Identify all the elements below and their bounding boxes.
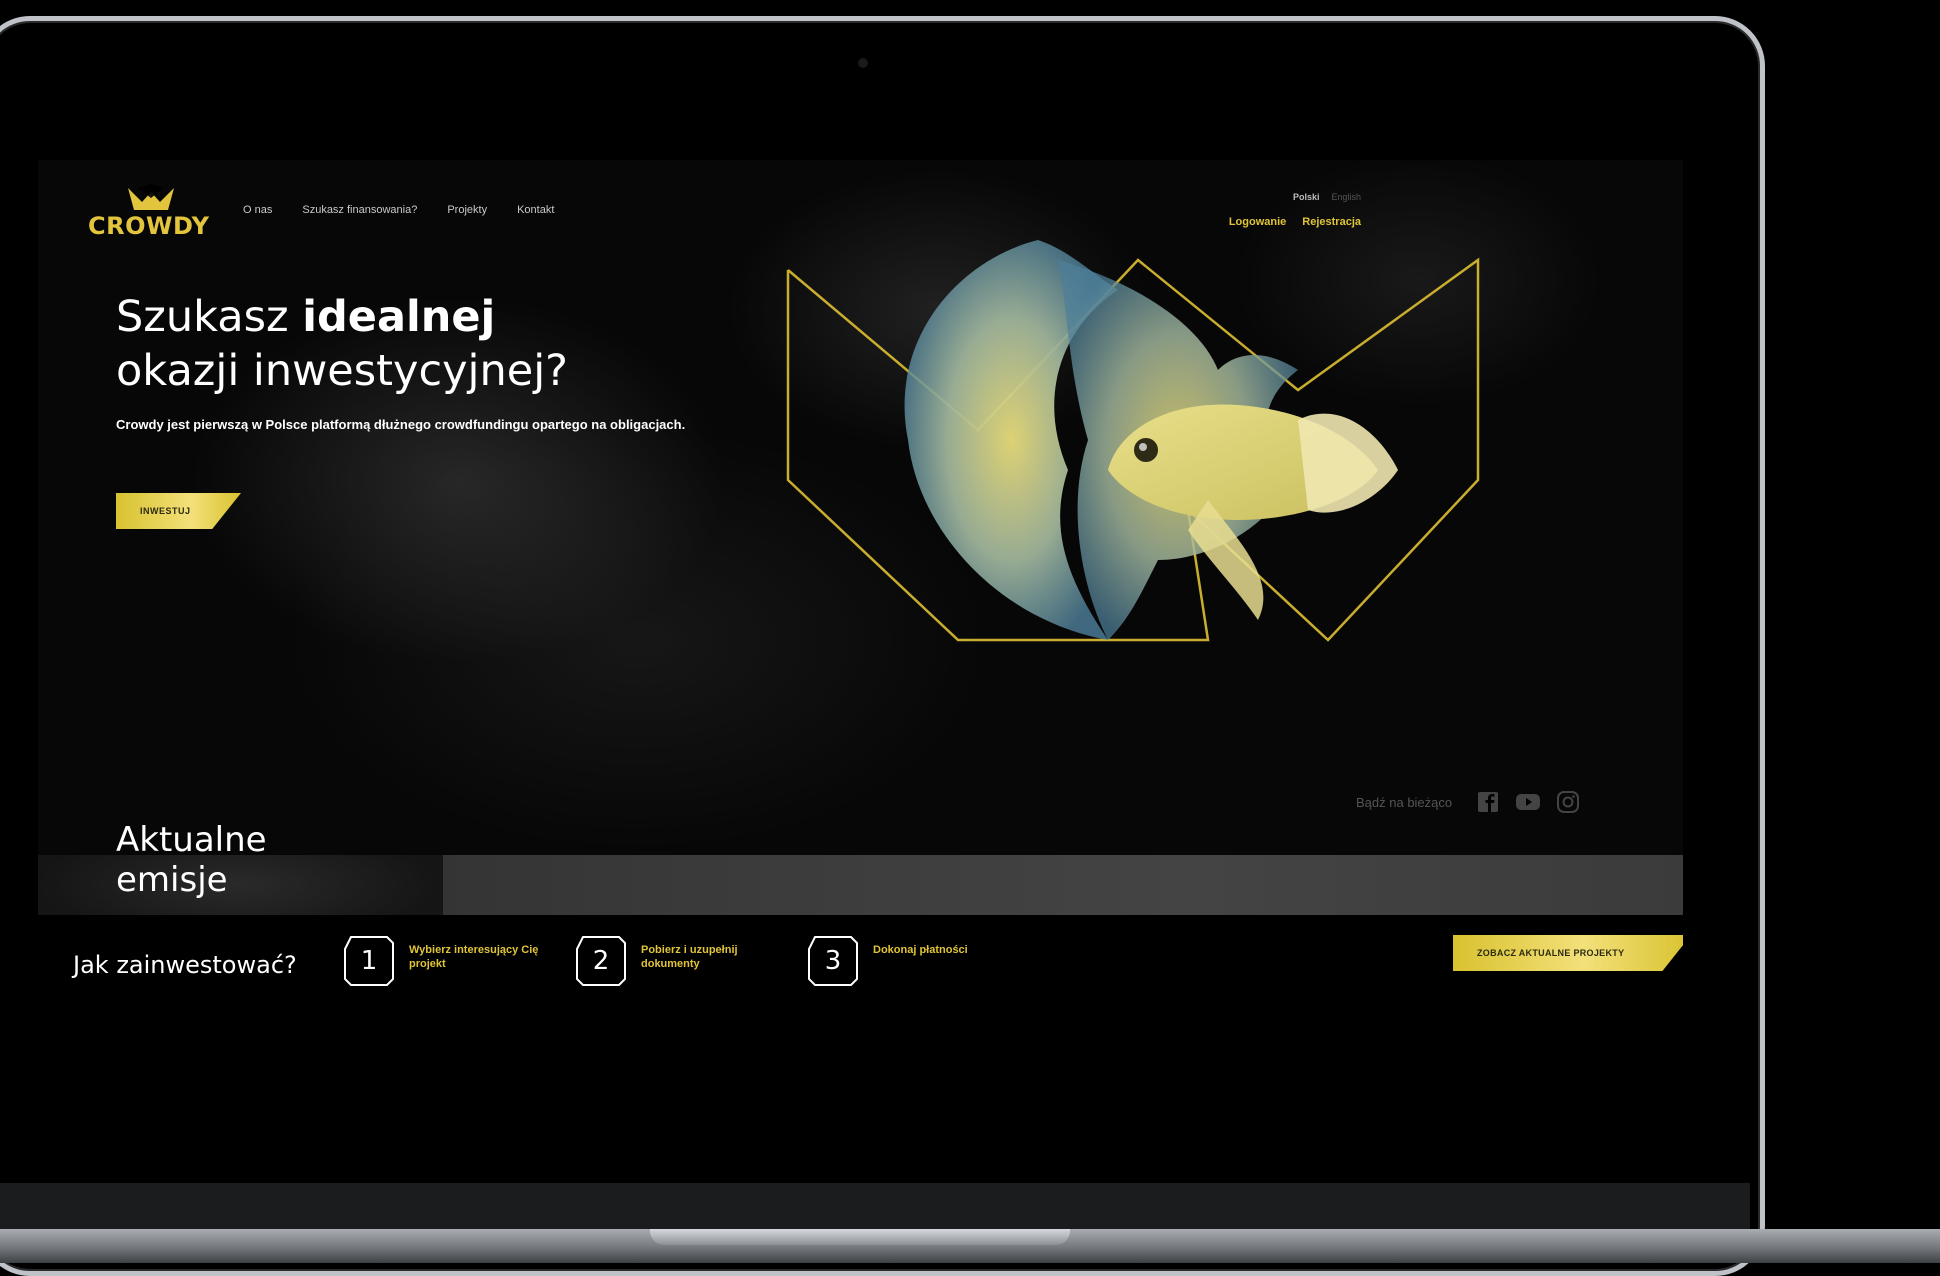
step-number-badge: 2	[575, 935, 627, 987]
hero-title: Szukasz idealnej okazji inwestycyjnej?	[116, 290, 568, 398]
youtube-icon[interactable]	[1516, 790, 1541, 814]
social-links: Bądź na bieżąco	[1356, 790, 1580, 814]
step-number-badge: 1	[343, 935, 395, 987]
step-number: 3	[824, 946, 842, 976]
social-label: Bądź na bieżąco	[1356, 794, 1453, 810]
logo-text: CROWDY	[88, 212, 210, 240]
step-number: 1	[360, 946, 378, 976]
nav-item-projekty[interactable]: Projekty	[447, 204, 487, 216]
emissions-title-line1: Aktualne	[116, 820, 267, 860]
laptop-base-notch	[650, 1229, 1070, 1245]
how-to-invest: Jak zainwestować? 1 Wybierz interesujący…	[73, 935, 1683, 1005]
step-3: 3 Dokonaj płatności	[807, 935, 1013, 987]
hero-lead: Crowdy jest pierwszą w Polsce platformą …	[116, 417, 686, 432]
see-projects-button[interactable]: ZOBACZ AKTUALNE PROJEKTY	[1453, 935, 1683, 971]
hero-fish-graphic	[786, 240, 1480, 642]
step-text: Dokonaj płatności	[873, 944, 968, 956]
main-nav: O nas Szukasz finansowania? Projekty Kon…	[243, 204, 554, 216]
step-1: 1 Wybierz interesujący Cię projekt	[343, 935, 549, 987]
hero-title-bold: idealnej	[302, 292, 496, 342]
hero-title-line2: okazji inwestycyjnej?	[116, 346, 568, 396]
step-number-badge: 3	[807, 935, 859, 987]
nav-item-o-nas[interactable]: O nas	[243, 204, 272, 216]
laptop-screen: CROWDY O nas Szukasz finansowania? Proje…	[38, 160, 1683, 1190]
step-text: Pobierz i uzupełnij dokumenty	[641, 944, 738, 970]
crowdy-logo[interactable]: CROWDY	[88, 184, 218, 240]
nav-item-szukasz-finansowania[interactable]: Szukasz finansowania?	[302, 204, 417, 216]
step-number: 2	[592, 946, 610, 976]
crown-logo-icon	[128, 184, 174, 210]
facebook-icon[interactable]	[1476, 790, 1500, 814]
laptop-camera	[858, 58, 868, 68]
emissions-strip	[38, 855, 1683, 915]
emissions-title: Aktualne emisje	[116, 820, 267, 900]
emissions-title-line2: emisje	[116, 860, 228, 900]
hero-title-regular: Szukasz	[116, 292, 303, 342]
how-to-invest-title: Jak zainwestować?	[73, 951, 297, 979]
instagram-icon[interactable]	[1556, 790, 1580, 814]
step-2: 2 Pobierz i uzupełnij dokumenty	[575, 935, 781, 987]
hero-section: CROWDY O nas Szukasz finansowania? Proje…	[38, 160, 1683, 855]
invest-button[interactable]: INWESTUJ	[116, 493, 241, 529]
step-text: Wybierz interesujący Cię projekt	[409, 944, 539, 970]
laptop-hinge	[0, 1183, 1750, 1229]
nav-item-kontakt[interactable]: Kontakt	[517, 204, 554, 216]
